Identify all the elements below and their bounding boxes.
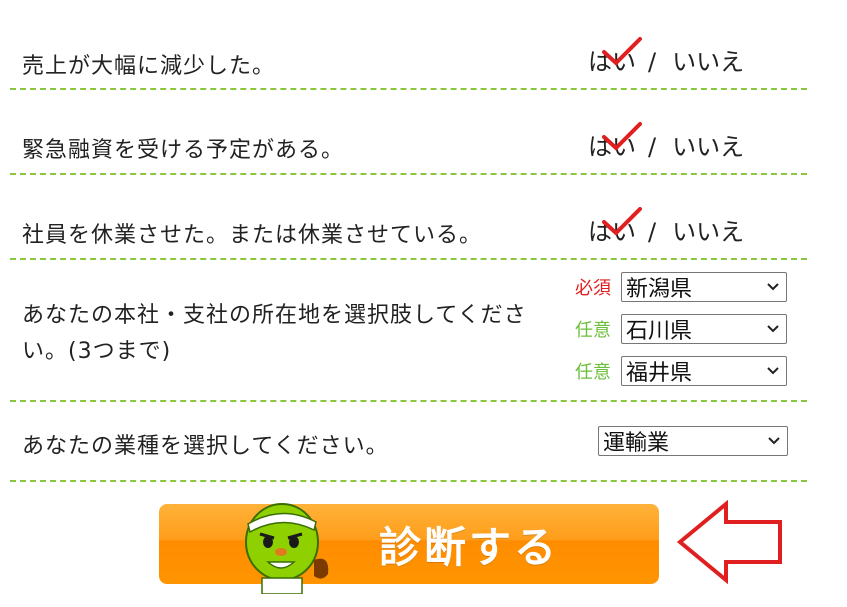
yes-no-toggle-2: はい / いいえ: [588, 122, 744, 162]
prefecture-select-1[interactable]: 新潟県: [621, 272, 787, 302]
prefecture-select-2[interactable]: 石川県: [621, 314, 787, 344]
separator: /: [648, 48, 657, 76]
yes-no-toggle-1: はい / いいえ: [588, 37, 744, 77]
question-text: 社員を休業させた。または休業させている。: [22, 223, 483, 248]
diagnose-button-label: 診断する: [378, 522, 559, 572]
yes-option[interactable]: はい: [588, 122, 642, 162]
separator: /: [648, 133, 657, 161]
red-check-icon: [602, 207, 642, 236]
chevron-down-icon: [767, 283, 779, 291]
industry-select-row: 運輸業: [598, 426, 788, 456]
mascot-icon: [245, 503, 329, 594]
industry-select[interactable]: 運輸業: [598, 426, 788, 456]
select-value: 運輸業: [603, 431, 670, 456]
chevron-down-icon: [767, 325, 779, 333]
industry-question: あなたの業種を選択してください。: [22, 434, 389, 459]
no-option[interactable]: いいえ: [672, 133, 744, 161]
optional-tag: 任意: [575, 320, 611, 341]
red-check-icon: [602, 37, 642, 66]
question-text: 売上が大幅に減少した。: [22, 54, 276, 79]
no-option[interactable]: いいえ: [672, 218, 744, 246]
yes-no-toggle-3: はい / いいえ: [588, 207, 744, 247]
optional-tag: 任意: [575, 362, 611, 383]
required-tag: 必須: [575, 278, 611, 299]
location-question: あなたの本社・支社の所在地を選択肢してください。(3つまで): [22, 303, 527, 364]
yes-option[interactable]: はい: [588, 37, 642, 77]
divider: [10, 480, 807, 482]
prefecture-select-row-1: 必須 新潟県: [575, 272, 787, 302]
yes-option[interactable]: はい: [588, 207, 642, 247]
select-value: 新潟県: [626, 277, 693, 302]
chevron-down-icon: [767, 367, 779, 375]
question-text: 緊急融資を受ける予定がある。: [22, 138, 345, 163]
red-check-icon: [602, 122, 642, 151]
prefecture-select-3[interactable]: 福井県: [621, 356, 787, 386]
red-arrow-icon: [676, 500, 782, 584]
chevron-down-icon: [768, 437, 780, 445]
separator: /: [648, 218, 657, 246]
no-option[interactable]: いいえ: [672, 48, 744, 76]
prefecture-select-row-2: 任意 石川県: [575, 314, 787, 344]
select-value: 福井県: [626, 361, 693, 386]
select-value: 石川県: [626, 319, 693, 344]
prefecture-select-row-3: 任意 福井県: [575, 356, 787, 386]
